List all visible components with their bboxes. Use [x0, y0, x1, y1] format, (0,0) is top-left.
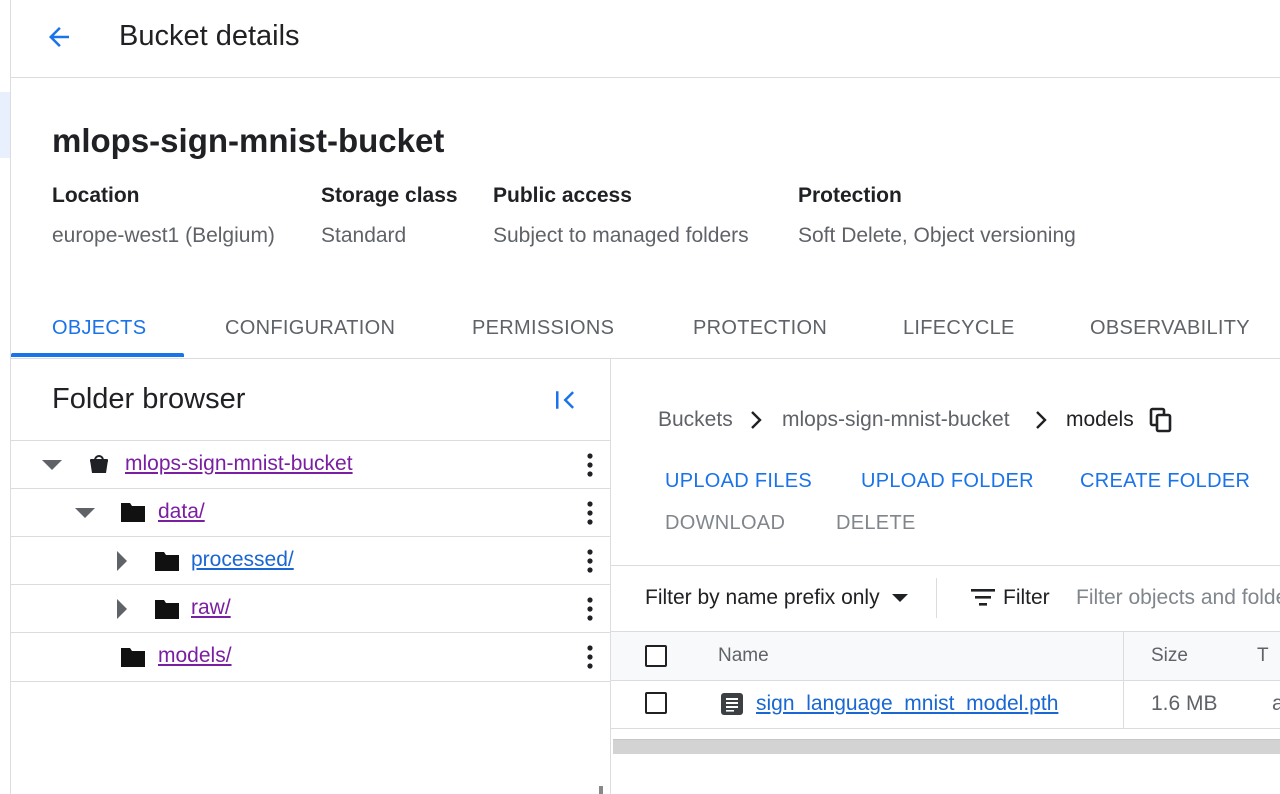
resize-handle[interactable] [599, 786, 603, 794]
delete-button[interactable]: DELETE [836, 510, 916, 536]
column-separator [1123, 680, 1124, 728]
tab-permissions[interactable]: PERMISSIONS [472, 315, 614, 341]
tab-lifecycle[interactable]: LIFECYCLE [903, 315, 1015, 341]
back-button[interactable] [40, 18, 78, 56]
row-checkbox[interactable] [645, 692, 667, 714]
filter-button-label: Filter [1003, 586, 1050, 609]
file-type: a [1272, 692, 1280, 715]
tree-item-processed[interactable]: processed/ [11, 536, 610, 584]
objects-table-header: Name Size T [611, 631, 1280, 681]
page-title: Bucket details [119, 20, 300, 52]
caret-down-icon[interactable] [41, 458, 63, 472]
bucket-icon [90, 455, 108, 473]
protection-label: Protection [798, 184, 902, 207]
tab-bar: OBJECTS CONFIGURATION PERMISSIONS PROTEC… [11, 300, 1280, 359]
tree-item-label[interactable]: models/ [158, 643, 232, 669]
file-icon [721, 693, 743, 715]
left-rail-active-indicator [0, 92, 10, 158]
folder-browser-panel: Folder browser mlops-sign-mnist-bucket d… [11, 359, 611, 794]
filter-input[interactable] [1076, 581, 1280, 615]
bucket-name-heading: mlops-sign-mnist-bucket [52, 122, 445, 159]
copy-icon[interactable] [1149, 407, 1173, 433]
chevron-right-icon [751, 411, 762, 429]
caret-down-icon[interactable] [74, 506, 96, 520]
upload-folder-button[interactable]: UPLOAD FOLDER [861, 468, 1034, 494]
tree-item-label[interactable]: processed/ [191, 547, 294, 573]
tree-item-label[interactable]: raw/ [191, 595, 231, 621]
storage-class-value: Standard [321, 224, 407, 247]
public-access-value: Subject to managed folders [493, 224, 749, 247]
arrow-left-icon [49, 27, 69, 47]
storage-class-label: Storage class [321, 184, 458, 207]
caret-right-icon[interactable] [115, 550, 129, 572]
filter-type-label: Filter by name prefix only [645, 586, 880, 609]
folder-browser-title: Folder browser [52, 383, 246, 415]
filter-type-dropdown[interactable]: Filter by name prefix only [645, 585, 909, 611]
tree-item-data[interactable]: data/ [11, 488, 610, 536]
upload-files-button[interactable]: UPLOAD FILES [665, 468, 812, 494]
column-separator [1123, 632, 1124, 680]
collapse-panel-button[interactable] [551, 385, 581, 415]
active-tab-indicator [11, 353, 184, 357]
folder-icon [121, 648, 145, 667]
more-vert-icon[interactable] [580, 644, 600, 670]
tree-divider [11, 681, 610, 682]
create-folder-button[interactable]: CREATE FOLDER [1080, 468, 1250, 494]
more-vert-icon[interactable] [580, 548, 600, 574]
caret-right-icon[interactable] [115, 598, 129, 620]
tab-protection[interactable]: PROTECTION [693, 315, 827, 341]
more-vert-icon[interactable] [580, 500, 600, 526]
tab-observability[interactable]: OBSERVABILITY [1090, 315, 1250, 341]
toolbar-divider [611, 565, 1280, 566]
folder-icon [121, 503, 145, 522]
breadcrumb: Buckets mlops-sign-mnist-bucket models [611, 359, 1280, 459]
tree-item-label[interactable]: data/ [158, 499, 205, 525]
column-header-name[interactable]: Name [718, 644, 769, 668]
protection-value: Soft Delete, Object versioning [798, 224, 1076, 247]
tab-objects[interactable]: OBJECTS [52, 315, 146, 341]
public-access-label: Public access [493, 184, 632, 207]
folder-icon [155, 600, 179, 619]
more-vert-icon[interactable] [580, 452, 600, 478]
tree-item-label[interactable]: mlops-sign-mnist-bucket [125, 451, 353, 477]
tab-configuration[interactable]: CONFIGURATION [225, 315, 395, 341]
column-header-size[interactable]: Size [1151, 644, 1188, 668]
filter-separator [936, 578, 937, 618]
chevron-right-icon [1036, 411, 1047, 429]
dropdown-arrow-icon [892, 594, 909, 603]
objects-content-panel: Buckets mlops-sign-mnist-bucket models U… [611, 359, 1280, 794]
folder-icon [155, 552, 179, 571]
file-size: 1.6 MB [1151, 692, 1218, 715]
file-name-link[interactable]: sign_language_mnist_model.pth [756, 691, 1058, 717]
collapse-panel-icon [556, 391, 574, 409]
location-label: Location [52, 184, 140, 207]
breadcrumb-bucket[interactable]: mlops-sign-mnist-bucket [782, 407, 1010, 433]
breadcrumb-buckets[interactable]: Buckets [658, 407, 733, 433]
horizontal-scrollbar[interactable] [613, 739, 1280, 754]
filter-button[interactable]: Filter [971, 585, 1050, 611]
table-row[interactable]: sign_language_mnist_model.pth 1.6 MB a [611, 680, 1280, 729]
tree-item-bucket[interactable]: mlops-sign-mnist-bucket [11, 440, 610, 488]
download-button[interactable]: DOWNLOAD [665, 510, 785, 536]
tree-item-raw[interactable]: raw/ [11, 584, 610, 632]
tree-item-models[interactable]: models/ [11, 632, 610, 680]
breadcrumb-current: models [1066, 408, 1134, 431]
select-all-checkbox[interactable] [645, 645, 667, 667]
more-vert-icon[interactable] [580, 596, 600, 622]
column-header-type[interactable]: T [1257, 644, 1269, 668]
location-value: europe-west1 (Belgium) [52, 224, 275, 247]
filter-lines-icon [971, 589, 995, 606]
